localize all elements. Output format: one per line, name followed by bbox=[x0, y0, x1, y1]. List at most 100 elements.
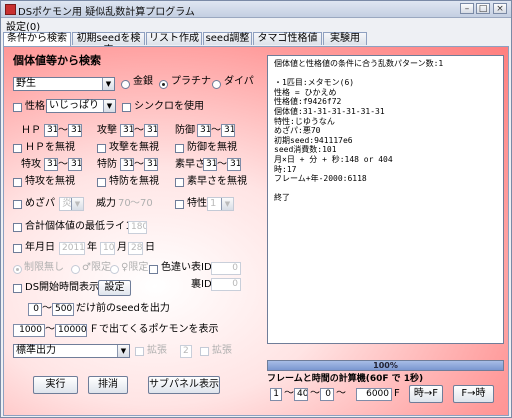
spa-ignore-checkbox[interactable] bbox=[13, 178, 22, 187]
seed-from-input[interactable]: 0 bbox=[28, 303, 42, 316]
year-input[interactable]: 2011 bbox=[59, 242, 85, 255]
ext-checkbox-2[interactable] bbox=[200, 347, 209, 356]
spd-max-input[interactable]: 31 bbox=[144, 158, 158, 171]
iv-total-label: 合計個体値の最低ライン bbox=[25, 221, 135, 232]
day-unit: 日 bbox=[145, 242, 155, 253]
synchro-label: シンクロを使用 bbox=[134, 101, 204, 112]
chevron-down-icon: ▼ bbox=[71, 198, 83, 210]
window-title: DSポケモン用 疑似乱数計算プログラム bbox=[18, 7, 195, 18]
spe-ignore-label: 素早さを無視 bbox=[187, 176, 247, 187]
nature-label: 性格 bbox=[25, 101, 45, 112]
tab-experimental[interactable]: 実験用 bbox=[323, 32, 367, 45]
chevron-down-icon: ▼ bbox=[102, 78, 114, 90]
output-mode-select[interactable]: 標準出力 ▼ bbox=[13, 344, 130, 358]
range-sep: ～ bbox=[58, 125, 68, 136]
version-radio-platinum[interactable] bbox=[159, 80, 168, 89]
spd-ignore-checkbox[interactable] bbox=[97, 178, 106, 187]
ds-time-checkbox[interactable] bbox=[13, 284, 22, 293]
month-input[interactable]: 10 bbox=[100, 242, 115, 255]
def-max-input[interactable]: 31 bbox=[221, 124, 235, 137]
gender-radio-male[interactable] bbox=[71, 265, 80, 274]
maximize-button[interactable]: □ bbox=[476, 3, 490, 14]
iv-total-checkbox[interactable] bbox=[13, 223, 22, 232]
hp-max-input[interactable]: 31 bbox=[68, 124, 82, 137]
nature-select[interactable]: いじっぱり ▼ bbox=[46, 99, 116, 113]
gender-radio-female[interactable] bbox=[110, 265, 119, 274]
ext-checkbox-1[interactable] bbox=[135, 347, 144, 356]
atk-min-input[interactable]: 31 bbox=[120, 124, 134, 137]
chevron-down-icon: ▼ bbox=[103, 100, 115, 112]
run-button[interactable]: 実行 bbox=[33, 376, 78, 394]
chevron-down-icon: ▼ bbox=[117, 345, 129, 357]
progress-label: 100% bbox=[373, 361, 398, 370]
version-label-platinum: プラチナ bbox=[171, 76, 211, 87]
frame-to-time-button[interactable]: F→時 bbox=[453, 385, 494, 403]
ability-select[interactable]: 1 ▼ bbox=[207, 197, 234, 211]
method-select[interactable]: 野生 ▼ bbox=[13, 77, 115, 91]
iv-total-input[interactable]: 180 bbox=[128, 221, 147, 234]
tab-search-by-condition[interactable]: 条件から検索 bbox=[3, 32, 71, 46]
ds-time-settings-button[interactable]: 設定 bbox=[98, 280, 131, 296]
mezapa-type-select[interactable]: 炎 ▼ bbox=[59, 197, 84, 211]
minimize-button[interactable]: – bbox=[460, 3, 474, 14]
shiny-checkbox[interactable] bbox=[149, 265, 158, 274]
title-bar: DSポケモン用 疑似乱数計算プログラム – □ × bbox=[1, 1, 511, 18]
atk-ignore-checkbox[interactable] bbox=[97, 144, 106, 153]
version-radio-dp[interactable] bbox=[212, 80, 221, 89]
search-panel: 個体値等から検索 野生 ▼ 金銀 プラチナ ダイパ 性格 いじっぱり ▼ シンク… bbox=[3, 46, 509, 416]
spe-max-input[interactable]: 31 bbox=[227, 158, 241, 171]
def-ignore-checkbox[interactable] bbox=[175, 144, 184, 153]
ability-checkbox[interactable] bbox=[175, 200, 184, 209]
back-id-label: 裏ID bbox=[191, 279, 212, 290]
spd-min-input[interactable]: 31 bbox=[120, 158, 134, 171]
calc-minute-input[interactable]: 40 bbox=[294, 388, 308, 401]
hp-label: ＨＰ bbox=[21, 125, 41, 136]
tab-egg-personality[interactable]: タマゴ性格値 bbox=[253, 32, 322, 45]
spa-label: 特攻 bbox=[21, 159, 41, 170]
date-checkbox[interactable] bbox=[13, 244, 22, 253]
range-sep: ～ bbox=[45, 324, 55, 335]
app-icon bbox=[5, 4, 16, 15]
tab-list-create[interactable]: リスト作成 bbox=[146, 32, 202, 45]
hp-ignore-checkbox[interactable] bbox=[13, 144, 22, 153]
spa-max-input[interactable]: 31 bbox=[68, 158, 82, 171]
back-id-input[interactable]: 0 bbox=[211, 278, 241, 291]
day-input[interactable]: 28 bbox=[128, 242, 143, 255]
def-min-input[interactable]: 31 bbox=[197, 124, 211, 137]
output-textarea[interactable]: 個体値と性格値の条件に合う乱数パターン数:1 ・1匹目:メタモン(6) 性格 =… bbox=[267, 55, 504, 344]
mezapa-checkbox[interactable] bbox=[13, 200, 22, 209]
nature-checkbox[interactable] bbox=[13, 103, 22, 112]
date-label: 年月日 bbox=[25, 242, 55, 253]
gender-radio-any[interactable] bbox=[13, 265, 22, 274]
power-min[interactable]: 70 bbox=[118, 197, 131, 211]
table-id-input[interactable]: 0 bbox=[211, 262, 241, 275]
gender-label-female: ♀限定 bbox=[121, 262, 149, 273]
atk-max-input[interactable]: 31 bbox=[144, 124, 158, 137]
spe-ignore-checkbox[interactable] bbox=[175, 178, 184, 187]
shiny-label: 色違い bbox=[161, 262, 191, 273]
clear-button[interactable]: 排消 bbox=[88, 376, 128, 394]
calc-second-input[interactable]: 0 bbox=[320, 388, 334, 401]
calc-frame-input[interactable]: 6000 bbox=[356, 388, 392, 401]
version-radio-goldsilver[interactable] bbox=[121, 80, 130, 89]
synchro-checkbox[interactable] bbox=[122, 103, 131, 112]
calc-frame-unit: F bbox=[394, 388, 400, 399]
tab-seed-adjust[interactable]: seed調整 bbox=[203, 32, 252, 45]
spa-min-input[interactable]: 31 bbox=[44, 158, 58, 171]
ability-label: 特性 bbox=[187, 198, 207, 209]
subpanel-button[interactable]: サブパネル表示 bbox=[148, 376, 220, 394]
calc-hour-input[interactable]: 1 bbox=[270, 388, 282, 401]
atk-ignore-label: 攻撃を無視 bbox=[109, 142, 159, 153]
progress-bar: 100% bbox=[267, 360, 504, 371]
spe-min-input[interactable]: 31 bbox=[203, 158, 217, 171]
close-button[interactable]: × bbox=[493, 3, 507, 14]
tab-initial-seed-search[interactable]: 初期seedを検索 bbox=[72, 32, 145, 56]
power-max[interactable]: 70 bbox=[140, 197, 153, 211]
menu-settings[interactable]: 設定(0) bbox=[6, 18, 40, 33]
frame-from-input[interactable]: 1000 bbox=[13, 324, 45, 337]
seed-to-input[interactable]: 500 bbox=[52, 303, 74, 316]
ext-value-input[interactable]: 2 bbox=[180, 345, 192, 358]
time-to-frame-button[interactable]: 時→F bbox=[409, 385, 443, 403]
frame-to-input[interactable]: 10000 bbox=[55, 324, 87, 337]
hp-min-input[interactable]: 31 bbox=[44, 124, 58, 137]
